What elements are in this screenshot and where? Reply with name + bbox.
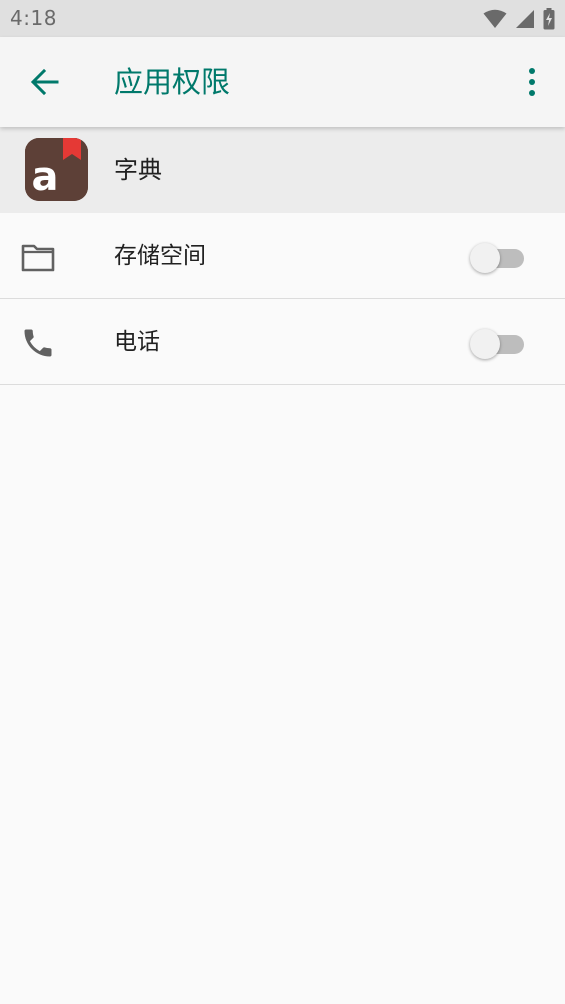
permission-row-phone[interactable]: 电话: [0, 299, 565, 385]
app-header: a 字典: [0, 127, 565, 213]
back-button[interactable]: [25, 62, 65, 102]
app-bar: 应用权限: [0, 37, 565, 127]
folder-icon: [21, 244, 55, 272]
permission-label: 电话: [114, 329, 160, 355]
more-vert-icon: [529, 68, 535, 96]
phone-toggle[interactable]: [468, 326, 526, 359]
toggle-thumb: [470, 329, 500, 359]
battery-charging-icon: [543, 8, 555, 30]
signal-icon: [516, 10, 534, 28]
status-icons: [483, 8, 555, 30]
app-icon: a: [25, 138, 88, 201]
status-time: 4:18: [10, 6, 57, 30]
app-icon-letter: a: [32, 154, 59, 200]
phone-icon: [24, 329, 52, 357]
status-bar: 4:18: [0, 0, 565, 37]
permission-row-storage[interactable]: 存储空间: [0, 213, 565, 299]
toggle-thumb: [470, 243, 500, 273]
page-title: 应用权限: [114, 65, 231, 99]
storage-toggle[interactable]: [468, 240, 526, 273]
more-options-button[interactable]: [517, 62, 547, 102]
arrow-back-icon: [30, 68, 59, 96]
app-name: 字典: [114, 156, 162, 184]
permission-label: 存储空间: [114, 243, 206, 269]
wifi-icon: [483, 9, 507, 28]
